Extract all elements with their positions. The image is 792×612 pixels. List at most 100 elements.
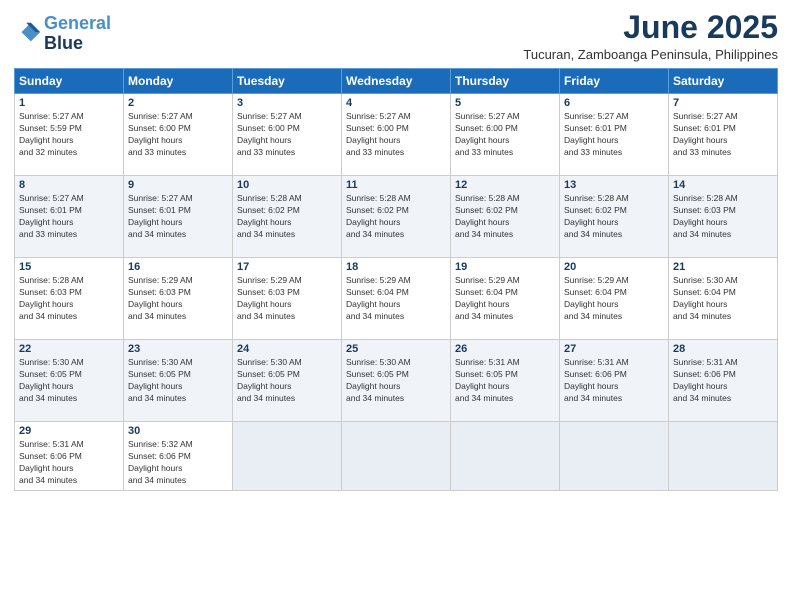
day-number: 8: [19, 179, 119, 191]
table-row: 6 Sunrise: 5:27 AMSunset: 6:01 PMDayligh…: [560, 94, 669, 176]
cell-info: Sunrise: 5:27 AMSunset: 5:59 PMDaylight …: [19, 111, 84, 157]
th-friday: Friday: [560, 69, 669, 94]
cell-info: Sunrise: 5:29 AMSunset: 6:04 PMDaylight …: [346, 275, 411, 321]
calendar-table: Sunday Monday Tuesday Wednesday Thursday…: [14, 68, 778, 491]
cell-info: Sunrise: 5:28 AMSunset: 6:03 PMDaylight …: [673, 193, 738, 239]
day-number: 11: [346, 179, 446, 191]
cell-info: Sunrise: 5:29 AMSunset: 6:03 PMDaylight …: [237, 275, 302, 321]
day-number: 26: [455, 343, 555, 355]
cell-info: Sunrise: 5:27 AMSunset: 6:01 PMDaylight …: [564, 111, 629, 157]
day-number: 6: [564, 97, 664, 109]
table-row: 19 Sunrise: 5:29 AMSunset: 6:04 PMDaylig…: [451, 258, 560, 340]
day-number: 9: [128, 179, 228, 191]
table-row: 8 Sunrise: 5:27 AMSunset: 6:01 PMDayligh…: [15, 176, 124, 258]
table-row: 24 Sunrise: 5:30 AMSunset: 6:05 PMDaylig…: [233, 340, 342, 422]
table-row: 30 Sunrise: 5:32 AMSunset: 6:06 PMDaylig…: [124, 422, 233, 491]
table-row: [669, 422, 778, 491]
cell-info: Sunrise: 5:31 AMSunset: 6:06 PMDaylight …: [673, 357, 738, 403]
th-monday: Monday: [124, 69, 233, 94]
table-row: 15 Sunrise: 5:28 AMSunset: 6:03 PMDaylig…: [15, 258, 124, 340]
table-row: [233, 422, 342, 491]
table-row: 14 Sunrise: 5:28 AMSunset: 6:03 PMDaylig…: [669, 176, 778, 258]
cell-info: Sunrise: 5:27 AMSunset: 6:01 PMDaylight …: [19, 193, 84, 239]
th-wednesday: Wednesday: [342, 69, 451, 94]
header: General Blue June 2025 Tucuran, Zamboang…: [14, 10, 778, 62]
day-number: 25: [346, 343, 446, 355]
table-row: 18 Sunrise: 5:29 AMSunset: 6:04 PMDaylig…: [342, 258, 451, 340]
table-row: [342, 422, 451, 491]
logo: General Blue: [14, 14, 111, 54]
table-row: 20 Sunrise: 5:29 AMSunset: 6:04 PMDaylig…: [560, 258, 669, 340]
cell-info: Sunrise: 5:28 AMSunset: 6:03 PMDaylight …: [19, 275, 84, 321]
table-row: 21 Sunrise: 5:30 AMSunset: 6:04 PMDaylig…: [669, 258, 778, 340]
table-row: 12 Sunrise: 5:28 AMSunset: 6:02 PMDaylig…: [451, 176, 560, 258]
table-row: 25 Sunrise: 5:30 AMSunset: 6:05 PMDaylig…: [342, 340, 451, 422]
day-number: 2: [128, 97, 228, 109]
logo-icon: [14, 19, 42, 47]
cell-info: Sunrise: 5:28 AMSunset: 6:02 PMDaylight …: [564, 193, 629, 239]
cell-info: Sunrise: 5:30 AMSunset: 6:05 PMDaylight …: [19, 357, 84, 403]
th-sunday: Sunday: [15, 69, 124, 94]
cell-info: Sunrise: 5:31 AMSunset: 6:06 PMDaylight …: [564, 357, 629, 403]
cell-info: Sunrise: 5:27 AMSunset: 6:00 PMDaylight …: [455, 111, 520, 157]
logo-text-blue: Blue: [44, 34, 111, 54]
th-thursday: Thursday: [451, 69, 560, 94]
cell-info: Sunrise: 5:28 AMSunset: 6:02 PMDaylight …: [346, 193, 411, 239]
cell-info: Sunrise: 5:28 AMSunset: 6:02 PMDaylight …: [237, 193, 302, 239]
cell-info: Sunrise: 5:27 AMSunset: 6:01 PMDaylight …: [673, 111, 738, 157]
day-number: 4: [346, 97, 446, 109]
table-row: 17 Sunrise: 5:29 AMSunset: 6:03 PMDaylig…: [233, 258, 342, 340]
table-row: 7 Sunrise: 5:27 AMSunset: 6:01 PMDayligh…: [669, 94, 778, 176]
table-row: 27 Sunrise: 5:31 AMSunset: 6:06 PMDaylig…: [560, 340, 669, 422]
day-number: 14: [673, 179, 773, 191]
header-row: Sunday Monday Tuesday Wednesday Thursday…: [15, 69, 778, 94]
logo-text-general: General: [44, 14, 111, 34]
table-row: 2 Sunrise: 5:27 AMSunset: 6:00 PMDayligh…: [124, 94, 233, 176]
cell-info: Sunrise: 5:27 AMSunset: 6:00 PMDaylight …: [128, 111, 193, 157]
table-row: 3 Sunrise: 5:27 AMSunset: 6:00 PMDayligh…: [233, 94, 342, 176]
table-row: 5 Sunrise: 5:27 AMSunset: 6:00 PMDayligh…: [451, 94, 560, 176]
cell-info: Sunrise: 5:27 AMSunset: 6:01 PMDaylight …: [128, 193, 193, 239]
day-number: 22: [19, 343, 119, 355]
day-number: 5: [455, 97, 555, 109]
table-row: 10 Sunrise: 5:28 AMSunset: 6:02 PMDaylig…: [233, 176, 342, 258]
cell-info: Sunrise: 5:29 AMSunset: 6:04 PMDaylight …: [455, 275, 520, 321]
day-number: 3: [237, 97, 337, 109]
day-number: 18: [346, 261, 446, 273]
day-number: 7: [673, 97, 773, 109]
cell-info: Sunrise: 5:29 AMSunset: 6:03 PMDaylight …: [128, 275, 193, 321]
table-row: 23 Sunrise: 5:30 AMSunset: 6:05 PMDaylig…: [124, 340, 233, 422]
cell-info: Sunrise: 5:32 AMSunset: 6:06 PMDaylight …: [128, 439, 193, 485]
table-row: 13 Sunrise: 5:28 AMSunset: 6:02 PMDaylig…: [560, 176, 669, 258]
cell-info: Sunrise: 5:30 AMSunset: 6:04 PMDaylight …: [673, 275, 738, 321]
day-number: 13: [564, 179, 664, 191]
cell-info: Sunrise: 5:30 AMSunset: 6:05 PMDaylight …: [128, 357, 193, 403]
day-number: 27: [564, 343, 664, 355]
table-row: 16 Sunrise: 5:29 AMSunset: 6:03 PMDaylig…: [124, 258, 233, 340]
cell-info: Sunrise: 5:27 AMSunset: 6:00 PMDaylight …: [237, 111, 302, 157]
cell-info: Sunrise: 5:27 AMSunset: 6:00 PMDaylight …: [346, 111, 411, 157]
table-row: 1 Sunrise: 5:27 AMSunset: 5:59 PMDayligh…: [15, 94, 124, 176]
table-row: 29 Sunrise: 5:31 AMSunset: 6:06 PMDaylig…: [15, 422, 124, 491]
day-number: 21: [673, 261, 773, 273]
subtitle: Tucuran, Zamboanga Peninsula, Philippine…: [523, 47, 778, 62]
table-row: 28 Sunrise: 5:31 AMSunset: 6:06 PMDaylig…: [669, 340, 778, 422]
day-number: 19: [455, 261, 555, 273]
cell-info: Sunrise: 5:31 AMSunset: 6:06 PMDaylight …: [19, 439, 84, 485]
cell-info: Sunrise: 5:30 AMSunset: 6:05 PMDaylight …: [346, 357, 411, 403]
table-row: 22 Sunrise: 5:30 AMSunset: 6:05 PMDaylig…: [15, 340, 124, 422]
day-number: 17: [237, 261, 337, 273]
table-row: 11 Sunrise: 5:28 AMSunset: 6:02 PMDaylig…: [342, 176, 451, 258]
day-number: 28: [673, 343, 773, 355]
month-title: June 2025: [523, 10, 778, 45]
day-number: 15: [19, 261, 119, 273]
table-row: 26 Sunrise: 5:31 AMSunset: 6:05 PMDaylig…: [451, 340, 560, 422]
cell-info: Sunrise: 5:28 AMSunset: 6:02 PMDaylight …: [455, 193, 520, 239]
th-saturday: Saturday: [669, 69, 778, 94]
day-number: 12: [455, 179, 555, 191]
table-row: [560, 422, 669, 491]
cell-info: Sunrise: 5:31 AMSunset: 6:05 PMDaylight …: [455, 357, 520, 403]
day-number: 30: [128, 425, 228, 437]
day-number: 23: [128, 343, 228, 355]
page: General Blue June 2025 Tucuran, Zamboang…: [0, 0, 792, 612]
